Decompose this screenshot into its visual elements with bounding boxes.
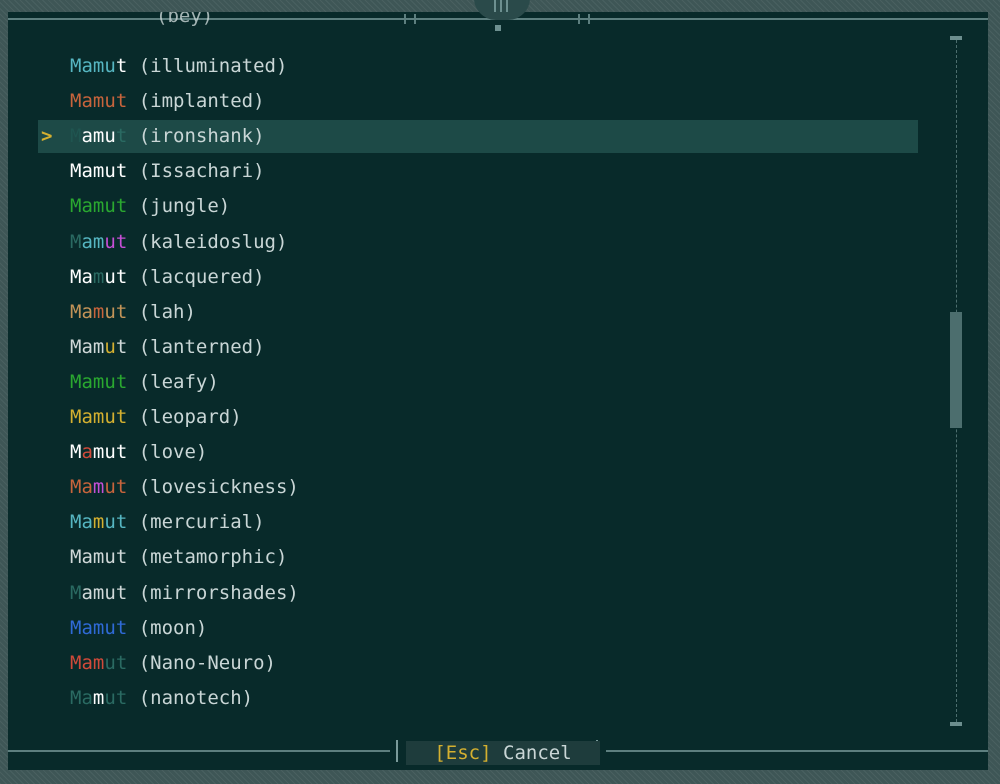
bottom-border — [606, 750, 988, 752]
item-label: Mamut (moon) — [70, 612, 207, 645]
item-label: Mamut (nanotech) — [70, 682, 253, 715]
list-item[interactable]: Mamut (lah) — [38, 296, 918, 329]
button-bracket-left — [396, 740, 398, 762]
scrollbar-bottom-cap — [950, 722, 962, 726]
scrollbar[interactable] — [950, 36, 964, 726]
list-item[interactable]: Mamut (leopard) — [38, 401, 918, 434]
item-label: Mamut (love) — [70, 436, 207, 469]
list-item-partial: (bey) — [38, 12, 918, 34]
list-item[interactable]: Mamut (lovesickness) — [38, 471, 918, 504]
list-item[interactable]: Mamut (illuminated) — [38, 50, 918, 83]
list-item[interactable]: Mamut (moon) — [38, 612, 918, 645]
item-variant: (ironshank) — [138, 125, 265, 148]
item-label: Mamut (lah) — [70, 296, 196, 329]
item-label: Mamut (implanted) — [70, 85, 265, 118]
list-item[interactable]: Mamut (lacquered) — [38, 261, 918, 294]
item-label: Mamut (lovesickness) — [70, 471, 299, 504]
item-label: Mamut (mirrorshades) — [70, 577, 299, 610]
list-item[interactable]: Mamut (implanted) — [38, 85, 918, 118]
item-label: Mamut (mercurial) — [70, 506, 265, 539]
item-variant: (leafy) — [138, 370, 219, 393]
scrollbar-top-cap — [950, 36, 962, 40]
item-variant: (love) — [138, 441, 208, 464]
esc-key-label: [Esc] — [434, 742, 492, 764]
list-item[interactable]: Mamut (leafy) — [38, 366, 918, 399]
cancel-label: Cancel — [503, 742, 572, 764]
item-variant: (mirrorshades) — [138, 581, 299, 604]
list-item[interactable]: Mamut (mirrorshades) — [38, 577, 918, 610]
item-variant: (implanted) — [138, 90, 265, 113]
cancel-button[interactable]: [Esc] Cancel — [406, 741, 600, 765]
popup-panel: (bey) Mamut (illuminated) Mamut (implante… — [8, 0, 988, 770]
list-item[interactable]: Mamut (mercurial) — [38, 506, 918, 539]
item-list: (bey) Mamut (illuminated) Mamut (implante… — [38, 12, 918, 732]
item-variant: (leopard) — [138, 406, 242, 428]
list-item[interactable]: Mamut (Issachari) — [38, 155, 918, 188]
item-variant: (lanterned) — [138, 335, 265, 358]
item-label: Mamut (lanterned) — [70, 331, 265, 364]
partial-label: (bey) — [156, 12, 214, 27]
selection-caret: > — [41, 125, 53, 148]
item-label: Mamut (leafy) — [70, 366, 219, 399]
list-item[interactable]: Mamut (love) — [38, 436, 918, 469]
item-variant: (kaleidoslug) — [138, 230, 288, 253]
item-label: Mamut (leopard) — [70, 401, 242, 434]
list-item[interactable]: Mamut (Nano-Neuro) — [38, 647, 918, 680]
list-item[interactable]: Mamut (jungle) — [38, 190, 918, 223]
list-item[interactable]: Mamut (kaleidoslug) — [38, 226, 918, 259]
item-label: Mamut (ironshank) — [70, 120, 265, 153]
item-variant: (lacquered) — [138, 265, 265, 288]
item-variant: (mercurial) — [138, 511, 265, 534]
item-label: Mamut (metamorphic) — [70, 541, 287, 574]
list-item[interactable]: Mamut (lanterned) — [38, 331, 918, 364]
item-label: Mamut (kaleidoslug) — [70, 226, 287, 259]
list-item[interactable]: > Mamut (ironshank) — [38, 120, 918, 154]
item-label: Mamut (Nano-Neuro) — [70, 647, 276, 680]
scrollbar-thumb[interactable] — [950, 312, 962, 428]
item-variant: (moon) — [138, 616, 208, 639]
item-variant: (jungle) — [138, 195, 231, 218]
list-item[interactable]: Mamut (metamorphic) — [38, 541, 918, 574]
item-label: Mamut (jungle) — [70, 190, 230, 223]
item-label: Mamut (illuminated) — [70, 50, 287, 83]
item-variant: (metamorphic) — [138, 546, 288, 569]
item-variant: (lah) — [138, 300, 196, 323]
item-label: Mamut (Issachari) — [70, 155, 265, 188]
bottom-border — [8, 750, 390, 752]
item-variant: (Nano-Neuro) — [138, 651, 276, 674]
list-item[interactable]: Mamut (nanotech) — [38, 682, 918, 715]
item-variant: (lovesickness) — [138, 476, 299, 499]
item-variant: (illuminated) — [138, 55, 288, 77]
item-variant: (nanotech) — [138, 686, 254, 709]
item-variant: (Issachari) — [138, 160, 265, 183]
item-label: Mamut (lacquered) — [70, 261, 265, 294]
